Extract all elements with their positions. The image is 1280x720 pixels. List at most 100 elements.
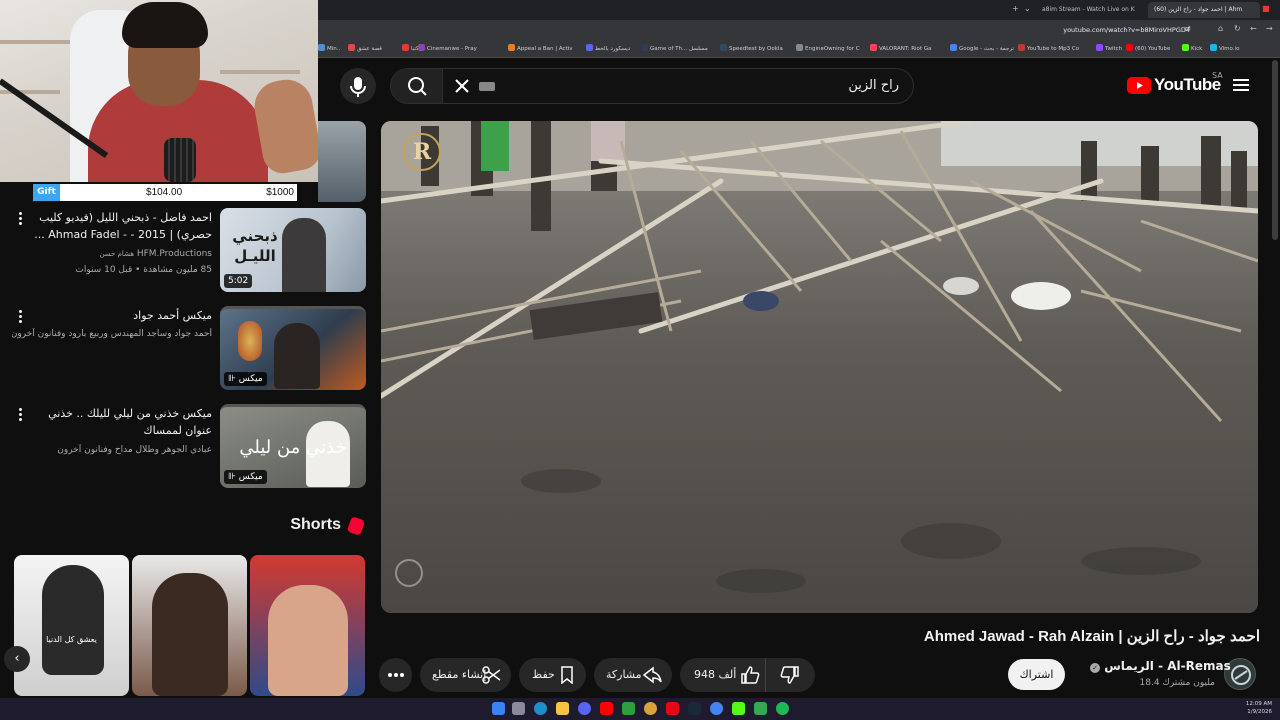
bookmark-item[interactable]: كتبا: [402, 44, 419, 52]
clear-search-button[interactable]: [451, 75, 473, 97]
browser-tab-bar: + ⌄ a8im Stream - Watch Live on K (60) ا…: [318, 0, 1280, 20]
short-thumbnail-figure: [268, 585, 348, 696]
more-options-button[interactable]: [17, 310, 23, 326]
bookmark-favicon-icon: [1210, 44, 1217, 51]
recommendation-channel: HFM.Productions هشام حسن: [12, 248, 212, 261]
recommendation-item[interactable]: ذبحني الليـل 5:02 احمد فاضل - ذبحني اللي…: [0, 208, 366, 296]
xbox-icon[interactable]: [622, 702, 635, 715]
bookmark-favicon-icon: [1018, 44, 1025, 51]
bookmark-item[interactable]: EngineOwning for C: [796, 44, 860, 52]
steam-icon[interactable]: [688, 702, 701, 715]
recommendation-stats: 85 مليون مشاهدة • قبل 10 سنوات: [75, 265, 212, 275]
bookmark-favicon-icon: [318, 44, 325, 51]
reload-icon[interactable]: ↻: [1234, 24, 1241, 33]
windows-taskbar: 12:09 AM 1/9/2026: [0, 698, 1280, 720]
bookmark-item[interactable]: Appeal a Ban | Activ: [508, 44, 573, 52]
keyboard-icon[interactable]: [479, 82, 495, 91]
close-icon[interactable]: ■: [1262, 4, 1270, 13]
translate-icon[interactable]: ⇄: [1184, 24, 1191, 33]
more-options-button[interactable]: [17, 408, 23, 424]
bookmark-label: Cinemanwe - Pray: [427, 46, 477, 52]
guide-menu-button[interactable]: [1231, 76, 1251, 94]
home-icon[interactable]: ⌂: [1218, 24, 1223, 33]
voice-search-button[interactable]: [340, 68, 376, 104]
bookmark-favicon-icon: [870, 44, 877, 51]
clock-date: 1/9/2026: [1247, 709, 1272, 715]
system-clock[interactable]: 12:09 AM 1/9/2026: [1246, 700, 1272, 716]
bookmark-favicon-icon: [1096, 44, 1103, 51]
bookmark-label: قصة عشق: [357, 46, 382, 52]
file-explorer-icon[interactable]: [556, 702, 569, 715]
bookmark-item[interactable]: Game of Th... مسلسل: [641, 44, 708, 52]
youtube-logo-text: YouTube: [1154, 75, 1221, 94]
short-card[interactable]: يعشق كل الدنيا: [14, 555, 129, 696]
bookmark-favicon-icon: [796, 44, 803, 51]
bookmark-item[interactable]: Google - ترجمة - بحث: [950, 44, 1014, 52]
clock-time: 12:09 AM: [1245, 701, 1272, 707]
app-icon[interactable]: [754, 702, 767, 715]
discord-icon[interactable]: [578, 702, 591, 715]
tab-search-icon[interactable]: +: [1012, 4, 1019, 13]
recommendation-item[interactable]: خذني من ليلي ⊪ ميكس ميكس خذني من ليلي لل…: [0, 404, 366, 492]
app-icon[interactable]: [644, 702, 657, 715]
netflix-icon[interactable]: [666, 702, 679, 715]
kick-icon[interactable]: [732, 702, 745, 715]
bookmark-favicon-icon: [586, 44, 593, 51]
clip-label: إنشاء مقطع: [432, 668, 487, 681]
save-button[interactable]: حفظ: [519, 658, 586, 692]
bookmark-favicon-icon: [1182, 44, 1189, 51]
bookmark-item[interactable]: ديسكورد بالخط: [586, 44, 630, 52]
back-icon[interactable]: ←: [1250, 24, 1257, 33]
gift-label: Gift: [33, 184, 60, 201]
more-options-button[interactable]: [17, 212, 23, 228]
bookmark-item[interactable]: Kick: [1182, 44, 1202, 52]
forward-icon[interactable]: →: [1266, 24, 1273, 33]
tab-youtube-video[interactable]: (60) احمد جواد - راح الزين | Ahm: [1148, 2, 1260, 18]
bookmark-label: Speedtest by Ookla: [729, 46, 783, 52]
url-field[interactable]: youtube.com/watch?v=b8MiroVHPGD4: [1063, 24, 1190, 37]
bookmark-item[interactable]: Cinemanwe - Pray: [418, 44, 477, 52]
recommendation-item[interactable]: ⊪ ميكس ميكس أحمد جواد أحمد جواد وساجد ال…: [0, 306, 366, 394]
bookmark-item[interactable]: (60) YouTube: [1126, 44, 1170, 52]
spotify-icon[interactable]: [776, 702, 789, 715]
edge-icon[interactable]: [534, 702, 547, 715]
tab-list-icon[interactable]: ⌄: [1024, 4, 1031, 13]
search-input[interactable]: راح الزين: [390, 68, 914, 104]
bookmark-label: Appeal a Ban | Activ: [517, 46, 573, 52]
bookmark-item[interactable]: قصة عشق: [348, 44, 382, 52]
bookmark-label: Kick: [1191, 46, 1203, 52]
chrome-icon[interactable]: [710, 702, 723, 715]
channel-name[interactable]: ✓ الريماس - Al-Remas: [1090, 659, 1231, 673]
tab-kick-stream[interactable]: a8im Stream - Watch Live on K: [1036, 2, 1146, 18]
youtube-icon[interactable]: [600, 702, 613, 715]
mix-thumbnail: خذني من ليلي ⊪ ميكس: [220, 404, 366, 488]
short-card[interactable]: [132, 555, 247, 696]
bookmark-item[interactable]: Twitch: [1096, 44, 1122, 52]
subscribe-button[interactable]: اشتراك: [1008, 659, 1065, 690]
search-query: راح الزين: [848, 78, 899, 93]
video-player[interactable]: R: [381, 121, 1258, 613]
clip-button[interactable]: إنشاء مقطع: [420, 658, 511, 692]
bookmark-item[interactable]: YouTube to Mp3 Co: [1018, 44, 1079, 52]
bookmark-favicon-icon: [641, 44, 648, 51]
windows-start-icon[interactable]: [492, 702, 505, 715]
video-title: Ahmed Jawad - Rah Alzain | احمد جواد - ر…: [923, 628, 1260, 645]
bookmark-item[interactable]: Speedtest by Ookla: [720, 44, 783, 52]
search-button[interactable]: [391, 69, 443, 103]
youtube-play-icon: [1127, 77, 1151, 94]
dislike-button[interactable]: [766, 658, 815, 692]
previous-recommendation-thumbnail[interactable]: [318, 121, 366, 202]
like-button[interactable]: 948 ألف: [680, 658, 766, 692]
share-button[interactable]: مشاركة: [594, 658, 672, 692]
task-view-icon[interactable]: [512, 702, 525, 715]
bookmark-item[interactable]: Min..: [318, 44, 340, 52]
shorts-previous-button[interactable]: ‹: [4, 646, 30, 672]
more-actions-button[interactable]: [379, 658, 412, 692]
page-scrollbar[interactable]: [1272, 60, 1278, 240]
short-card[interactable]: [250, 555, 365, 696]
more-horizontal-icon: [388, 673, 404, 677]
shorts-title: Shorts: [290, 516, 341, 533]
bookmark-item[interactable]: Vimo.io: [1210, 44, 1239, 52]
bookmark-item[interactable]: VALORANT: Riot Ga: [870, 44, 931, 52]
gift-goal-amount: $1000: [266, 187, 294, 198]
